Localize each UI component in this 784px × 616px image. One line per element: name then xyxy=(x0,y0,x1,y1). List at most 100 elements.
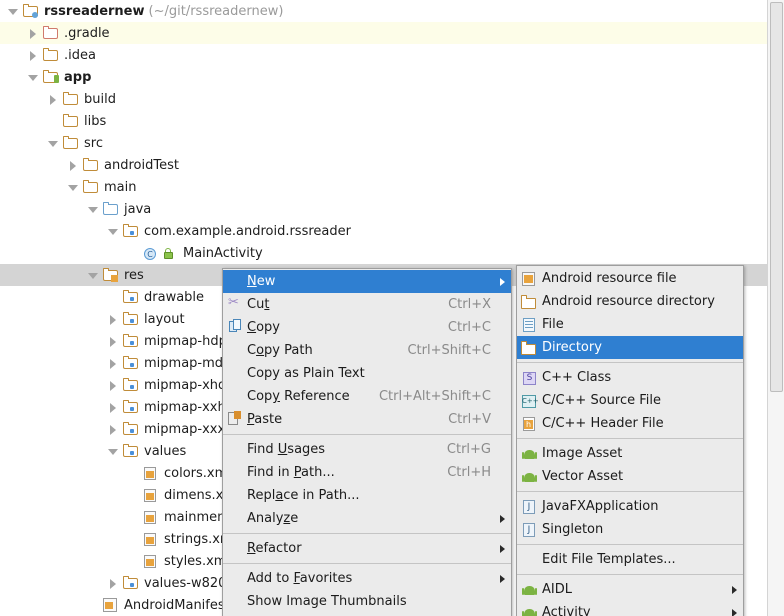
chevron-down-icon[interactable] xyxy=(108,446,119,457)
tree-row[interactable]: app xyxy=(0,66,768,88)
menu-item-label: Cut xyxy=(247,297,270,312)
folder-package-icon xyxy=(123,377,139,393)
folder-blue-icon xyxy=(103,201,119,217)
submenu-item[interactable]: Directory xyxy=(517,336,743,359)
chevron-right-icon[interactable] xyxy=(108,314,119,325)
context-menu[interactable]: New Cut Ctrl+X Copy Ctrl+C Copy Path Ctrl+Shif… xyxy=(222,268,512,616)
menu-item-shortcut: Ctrl+X xyxy=(448,297,491,312)
submenu-item[interactable]: Singleton xyxy=(517,518,743,541)
submenu-item[interactable]: AIDL xyxy=(517,578,743,601)
tree-row[interactable]: java xyxy=(0,198,768,220)
folder-package-icon xyxy=(123,311,139,327)
submenu-separator xyxy=(517,544,743,545)
chevron-right-icon[interactable] xyxy=(108,380,119,391)
chevron-right-icon[interactable] xyxy=(48,94,59,105)
chevron-right-icon[interactable] xyxy=(108,578,119,589)
chevron-right-icon[interactable] xyxy=(28,28,39,39)
chevron-right-icon[interactable] xyxy=(108,336,119,347)
chevron-down-icon[interactable] xyxy=(8,6,19,17)
folder-package-icon xyxy=(123,333,139,349)
menu-item[interactable]: Copy Ctrl+C xyxy=(223,316,511,339)
folder-package-icon xyxy=(123,575,139,591)
menu-item[interactable]: Find Usages Ctrl+G xyxy=(223,438,511,461)
project-tool-window: rssreadernew (~/git/rssreadernew) .gradle.… xyxy=(0,0,784,616)
menu-item-label: Add to Favorites xyxy=(247,571,353,586)
folder-package-icon xyxy=(123,443,139,459)
folder-package-icon xyxy=(123,223,139,239)
submenu-item[interactable]: File xyxy=(517,313,743,336)
vertical-scrollbar-thumb[interactable] xyxy=(770,2,783,392)
project-path: (~/git/rssreadernew) xyxy=(148,3,284,19)
submenu-item[interactable]: Android resource file xyxy=(517,267,743,290)
menu-item[interactable]: Analyze xyxy=(223,507,511,530)
chevron-down-icon[interactable] xyxy=(88,204,99,215)
menu-item[interactable]: Find in Path... Ctrl+H xyxy=(223,461,511,484)
submenu-item[interactable]: C/C++ Source File xyxy=(517,389,743,412)
chevron-down-icon[interactable] xyxy=(88,270,99,281)
submenu-item[interactable]: Vector Asset xyxy=(517,465,743,488)
chevron-right-icon[interactable] xyxy=(108,402,119,413)
tree-row-label: java xyxy=(124,201,152,217)
menu-item[interactable]: Refactor xyxy=(223,537,511,560)
chevron-right-icon[interactable] xyxy=(28,50,39,61)
submenu-item[interactable]: Image Asset xyxy=(517,442,743,465)
tree-row[interactable]: androidTest xyxy=(0,154,768,176)
menu-item-label: Copy Path xyxy=(247,343,313,358)
chevron-down-icon[interactable] xyxy=(28,72,39,83)
menu-item[interactable]: Copy as Plain Text xyxy=(223,362,511,385)
chevron-right-icon[interactable] xyxy=(108,424,119,435)
xml-resource-icon xyxy=(520,271,538,287)
submenu-item[interactable]: C++ Class xyxy=(517,366,743,389)
tree-row-label: rssreadernew xyxy=(44,3,145,19)
folder-icon xyxy=(83,157,99,173)
xml-file-icon xyxy=(143,509,159,525)
menu-item[interactable]: Add to Favorites xyxy=(223,567,511,590)
menu-item-shortcut: Ctrl+V xyxy=(448,412,491,427)
cpp-source-icon xyxy=(520,393,538,409)
menu-item[interactable]: Paste Ctrl+V xyxy=(223,408,511,431)
submenu-separator xyxy=(517,574,743,575)
vertical-scrollbar[interactable] xyxy=(767,0,784,616)
tree-row[interactable]: C MainActivity xyxy=(0,242,768,264)
tree-row[interactable]: build xyxy=(0,88,768,110)
submenu-item[interactable]: JavaFXApplication xyxy=(517,495,743,518)
menu-separator xyxy=(223,563,511,564)
menu-item[interactable]: New xyxy=(223,270,511,293)
chevron-down-icon[interactable] xyxy=(48,138,59,149)
tree-row[interactable]: com.example.android.rssreader xyxy=(0,220,768,242)
submenu-item[interactable]: Edit File Templates... xyxy=(517,548,743,571)
folder-package-icon xyxy=(123,399,139,415)
tree-row[interactable]: main xyxy=(0,176,768,198)
submenu-item-label: C/C++ Header File xyxy=(542,416,664,431)
new-submenu[interactable]: Android resource file Android resource di… xyxy=(516,265,744,616)
menu-item[interactable]: Copy Path Ctrl+Shift+C xyxy=(223,339,511,362)
menu-item[interactable]: Cut Ctrl+X xyxy=(223,293,511,316)
cut-icon xyxy=(225,295,247,314)
folder-icon xyxy=(43,47,59,63)
menu-item[interactable]: Show Image Thumbnails xyxy=(223,590,511,613)
tree-row-label: androidTest xyxy=(104,157,179,173)
chevron-right-icon[interactable] xyxy=(108,358,119,369)
tree-row[interactable]: rssreadernew (~/git/rssreadernew) xyxy=(0,0,768,22)
chevron-down-icon[interactable] xyxy=(68,182,79,193)
menu-item[interactable]: Replace in Path... xyxy=(223,484,511,507)
tree-row[interactable]: .gradle xyxy=(0,22,768,44)
tree-row[interactable]: libs xyxy=(0,110,768,132)
menu-item-shortcut: Ctrl+Alt+Shift+C xyxy=(378,389,491,404)
menu-item[interactable]: Copy Reference Ctrl+Alt+Shift+C xyxy=(223,385,511,408)
tree-row-label: app xyxy=(64,69,92,85)
folder-package-icon xyxy=(123,289,139,305)
submenu-item[interactable]: Activity xyxy=(517,601,743,616)
submenu-item[interactable]: Android resource directory xyxy=(517,290,743,313)
tree-row[interactable]: src xyxy=(0,132,768,154)
submenu-arrow-icon xyxy=(729,608,739,616)
submenu-item[interactable]: C/C++ Header File xyxy=(517,412,743,435)
chevron-down-icon[interactable] xyxy=(108,226,119,237)
lock-icon xyxy=(164,245,178,261)
chevron-right-icon[interactable] xyxy=(68,160,79,171)
tree-row[interactable]: .idea xyxy=(0,44,768,66)
submenu-item-label: C/C++ Source File xyxy=(542,393,661,408)
